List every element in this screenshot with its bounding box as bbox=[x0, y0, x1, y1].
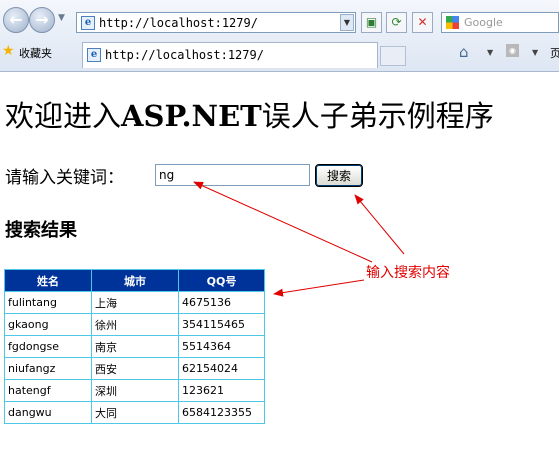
arrow-to-results-table bbox=[273, 279, 365, 297]
arrow-to-keyword-input bbox=[193, 181, 373, 263]
annotation-label: 输入搜索内容 bbox=[366, 265, 450, 281]
arrow-to-search-button bbox=[354, 194, 405, 255]
annotation-arrows bbox=[193, 181, 405, 297]
